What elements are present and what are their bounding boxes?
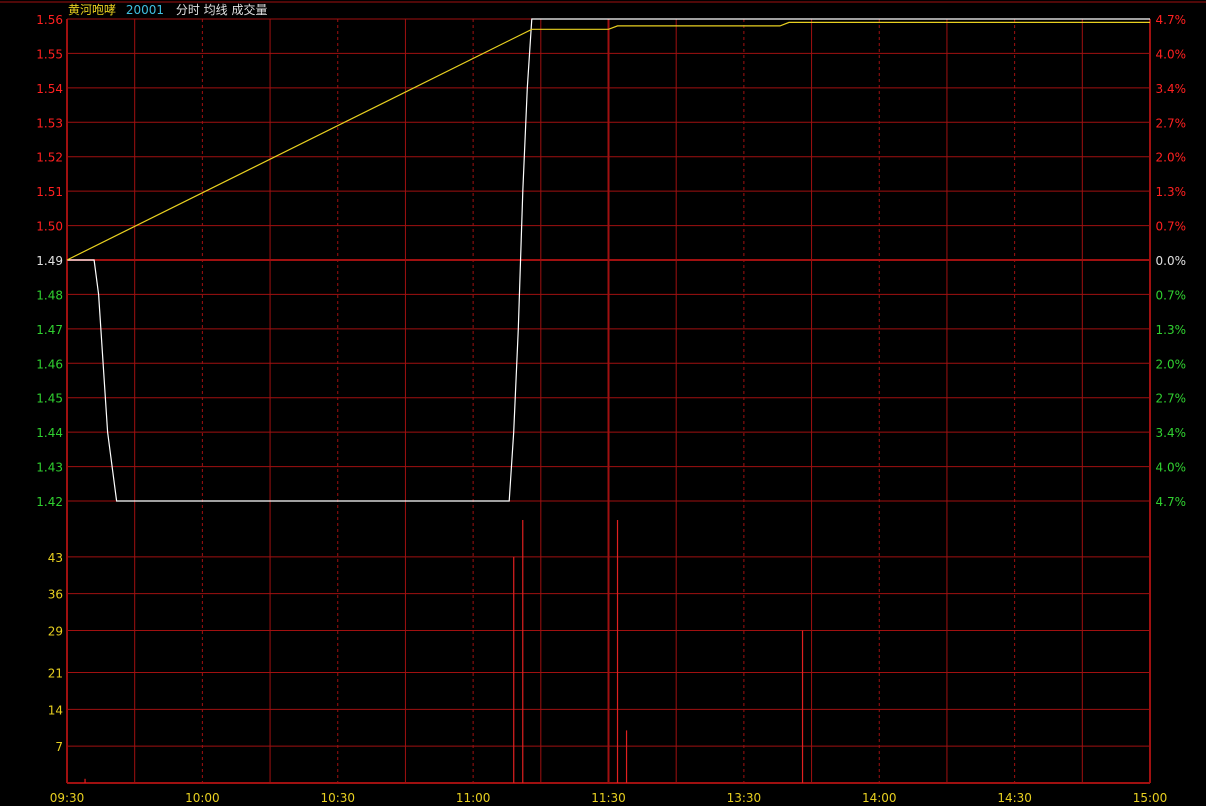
percent-tick-label: 4.0% xyxy=(1156,461,1187,475)
volume-tick-label: 14 xyxy=(48,703,63,717)
price-tick-label: 1.43 xyxy=(36,461,63,475)
percent-tick-label: 1.3% xyxy=(1156,323,1187,337)
time-tick-label: 09:30 xyxy=(50,791,85,805)
percent-tick-label: 0.7% xyxy=(1156,288,1187,302)
price-tick-label: 1.45 xyxy=(36,392,63,406)
stock-name: 黄河咆哮 xyxy=(68,3,117,17)
time-tick-label: 10:30 xyxy=(320,791,355,805)
price-tick-label: 1.54 xyxy=(36,82,63,96)
price-tick-label: 1.50 xyxy=(36,220,63,234)
volume-tick-label: 43 xyxy=(48,551,63,565)
volume-tick-label: 7 xyxy=(55,740,63,754)
time-tick-label: 11:30 xyxy=(591,791,626,805)
time-tick-label: 14:00 xyxy=(862,791,897,805)
price-tick-label: 1.46 xyxy=(36,357,63,371)
stock-code: 20001 xyxy=(125,3,165,17)
price-tick-label: 1.55 xyxy=(36,47,63,61)
intraday-chart: 1.56 4.7% 1.55 4.0% 1.54 3.4% 1.53 2.7% 1.52 2.0%… xyxy=(0,0,1206,806)
price-tick-label: 1.53 xyxy=(36,116,63,130)
percent-tick-label: 0.0% xyxy=(1156,254,1187,268)
percent-tick-label: 2.0% xyxy=(1156,151,1187,165)
price-tick-label: 1.49 xyxy=(36,254,63,268)
price-tick-label: 1.48 xyxy=(36,288,63,302)
price-tick-label: 1.47 xyxy=(36,323,63,337)
price-tick-label: 1.42 xyxy=(36,495,63,509)
time-tick-label: 15:00 xyxy=(1133,791,1168,805)
percent-tick-label: 1.3% xyxy=(1156,185,1187,199)
percent-tick-label: 0.7% xyxy=(1156,220,1187,234)
percent-tick-label: 4.7% xyxy=(1156,13,1187,27)
time-tick-label: 11:00 xyxy=(456,791,491,805)
percent-tick-label: 3.4% xyxy=(1156,426,1187,440)
time-tick-label: 13:30 xyxy=(727,791,762,805)
price-tick-label: 1.56 xyxy=(36,13,63,27)
time-tick-label: 14:30 xyxy=(997,791,1032,805)
price-tick-label: 1.52 xyxy=(36,151,63,165)
price-tick-label: 1.44 xyxy=(36,426,63,440)
chart-background xyxy=(0,0,1206,806)
percent-tick-label: 3.4% xyxy=(1156,82,1187,96)
time-tick-label: 10:00 xyxy=(185,791,220,805)
volume-tick-label: 36 xyxy=(48,588,63,602)
percent-tick-label: 4.0% xyxy=(1156,47,1187,61)
indicator-names: 分时 均线 成交量 xyxy=(175,3,268,17)
percent-tick-label: 4.7% xyxy=(1156,495,1187,509)
price-tick-label: 1.51 xyxy=(36,185,63,199)
volume-tick-label: 29 xyxy=(48,624,63,638)
percent-tick-label: 2.0% xyxy=(1156,357,1187,371)
percent-tick-label: 2.7% xyxy=(1156,116,1187,130)
percent-tick-label: 2.7% xyxy=(1156,392,1187,406)
chart-header: 黄河咆哮 20001 分时 均线 成交量 xyxy=(68,3,268,17)
volume-tick-label: 21 xyxy=(48,667,63,681)
